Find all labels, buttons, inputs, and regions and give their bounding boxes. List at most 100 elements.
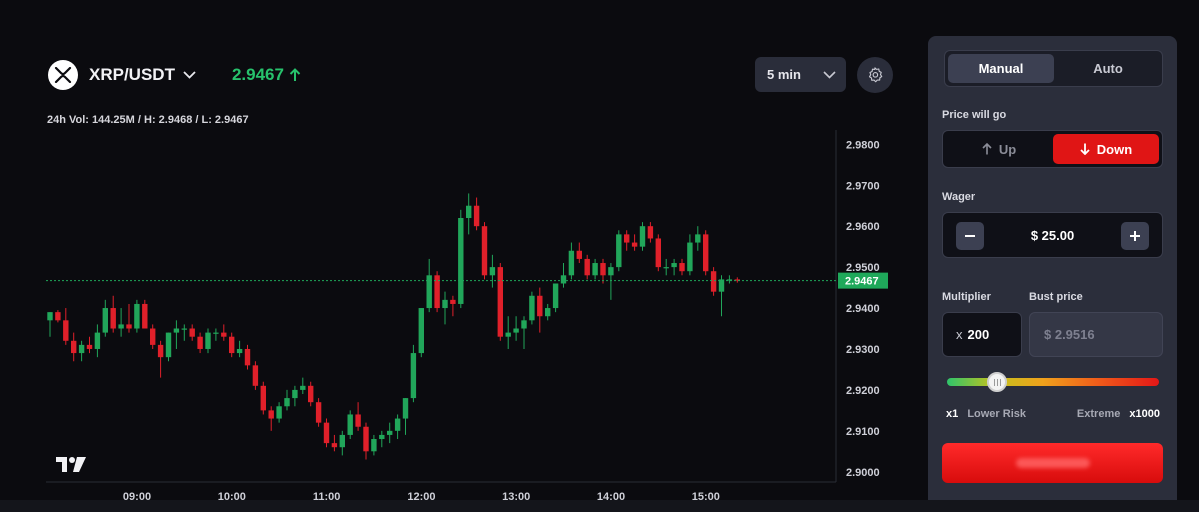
candle-body xyxy=(244,348,251,366)
slider-min-text: Lower Risk xyxy=(967,408,1026,420)
candle-body xyxy=(379,434,385,440)
candle-body xyxy=(489,267,496,276)
slider-min-value: x1 xyxy=(946,408,959,420)
current-price-value: 2.9467 xyxy=(231,65,284,84)
slider-handle[interactable] xyxy=(987,372,1008,392)
candle-body xyxy=(331,443,338,448)
candle-body xyxy=(576,250,582,259)
candle-body xyxy=(300,385,306,390)
candle-body xyxy=(568,250,575,276)
candle-body xyxy=(94,332,101,349)
xrp-logo-icon xyxy=(48,60,78,90)
candle-body xyxy=(545,308,551,317)
candle-body xyxy=(624,234,630,243)
candle-body xyxy=(387,430,393,435)
arrow-up-icon xyxy=(982,143,992,155)
down-button[interactable]: Down xyxy=(1053,134,1159,164)
chart-settings-button[interactable] xyxy=(857,57,893,93)
candle-body xyxy=(55,312,61,321)
candle-body xyxy=(142,303,148,329)
candle-body xyxy=(181,328,187,330)
multiplier-prefix: x xyxy=(956,327,963,342)
chevron-down-icon[interactable] xyxy=(183,71,196,79)
candle-body xyxy=(695,234,701,243)
candle-body xyxy=(150,328,156,345)
trade-panel: Manual Auto Price will go Up Down Wager … xyxy=(928,36,1177,512)
candle-body xyxy=(102,308,108,333)
tab-auto[interactable]: Auto xyxy=(1055,54,1161,83)
slider-max-text: Extreme xyxy=(1076,408,1121,420)
candle-body xyxy=(371,439,377,452)
pair-selector[interactable]: XRP/USDT 2.9467 xyxy=(48,60,301,90)
direction-toggle: Up Down xyxy=(942,130,1163,168)
candle-body xyxy=(260,385,266,411)
candle-body xyxy=(655,238,661,268)
y-tick-label: 2.9200 xyxy=(846,385,880,397)
candle-body xyxy=(213,332,219,334)
candle-body xyxy=(616,234,622,268)
place-bet-button[interactable] xyxy=(942,443,1163,483)
candle-body xyxy=(560,275,567,284)
candle-body xyxy=(189,328,195,337)
candle-body xyxy=(410,353,417,399)
candle-body xyxy=(497,267,503,337)
candle-body xyxy=(71,340,77,354)
multiplier-label: Multiplier xyxy=(942,291,991,303)
plus-icon xyxy=(1130,231,1140,241)
tab-manual[interactable]: Manual xyxy=(948,54,1054,83)
multiplier-input[interactable]: x 200 xyxy=(942,312,1022,357)
wager-stepper: $ 25.00 xyxy=(942,212,1163,258)
candle-body xyxy=(205,332,211,349)
current-price: 2.9467 xyxy=(232,65,301,85)
y-tick-label: 2.9400 xyxy=(846,303,880,315)
down-label: Down xyxy=(1096,141,1133,157)
price-chart[interactable]: 2.9800 2.9700 2.9600 2.9500 2.9400 2.9300 2.92… xyxy=(0,130,930,512)
candle-body xyxy=(703,234,709,272)
candle-body xyxy=(513,328,519,333)
y-tick-label: 2.9800 xyxy=(846,139,880,151)
candle-body xyxy=(529,295,535,321)
pair-name: XRP/USDT xyxy=(89,65,175,84)
candle-body xyxy=(276,406,282,419)
y-tick-label: 2.9000 xyxy=(846,467,880,479)
candle-body xyxy=(687,242,693,272)
y-tick-label: 2.9600 xyxy=(846,221,880,233)
arrow-up-icon xyxy=(289,68,301,81)
chevron-down-icon xyxy=(823,70,836,79)
wager-increase-button[interactable] xyxy=(1121,222,1149,250)
candle-body xyxy=(521,320,527,329)
mode-tabs: Manual Auto xyxy=(944,50,1163,87)
timeframe-value: 5 min xyxy=(767,67,801,82)
candle-body xyxy=(418,308,424,354)
candle-body xyxy=(394,418,401,431)
candle-body xyxy=(458,218,464,304)
y-tick-label: 2.9700 xyxy=(846,180,880,192)
candle-body xyxy=(118,324,124,329)
candle-body xyxy=(268,410,274,419)
bottom-bar xyxy=(0,500,1199,512)
multiplier-value: 200 xyxy=(967,327,990,342)
candle-body xyxy=(165,332,172,358)
up-label: Up xyxy=(998,141,1017,157)
tradingview-logo-icon xyxy=(55,456,87,478)
slider-min-label: x1 Lower Risk xyxy=(946,408,1026,420)
up-button[interactable]: Up xyxy=(946,134,1052,164)
multiplier-slider[interactable] xyxy=(947,372,1159,392)
candle-body xyxy=(78,344,85,354)
candle-body xyxy=(229,336,235,354)
candle-body xyxy=(647,226,654,239)
candle-body xyxy=(347,414,353,435)
slider-max-value: x1000 xyxy=(1129,408,1160,420)
candle-body xyxy=(466,205,472,218)
candle-body xyxy=(402,398,409,419)
timeframe-select[interactable]: 5 min xyxy=(755,57,846,92)
candle-body xyxy=(86,344,93,349)
slider-max-label: Extreme x1000 xyxy=(1077,408,1160,420)
candle-body xyxy=(631,242,638,247)
candle-body xyxy=(292,389,298,399)
candle-body xyxy=(505,332,511,337)
candle-body xyxy=(47,312,53,321)
candle-body xyxy=(134,303,140,329)
y-tick-label: 2.9500 xyxy=(846,262,880,274)
gear-icon xyxy=(868,67,883,83)
